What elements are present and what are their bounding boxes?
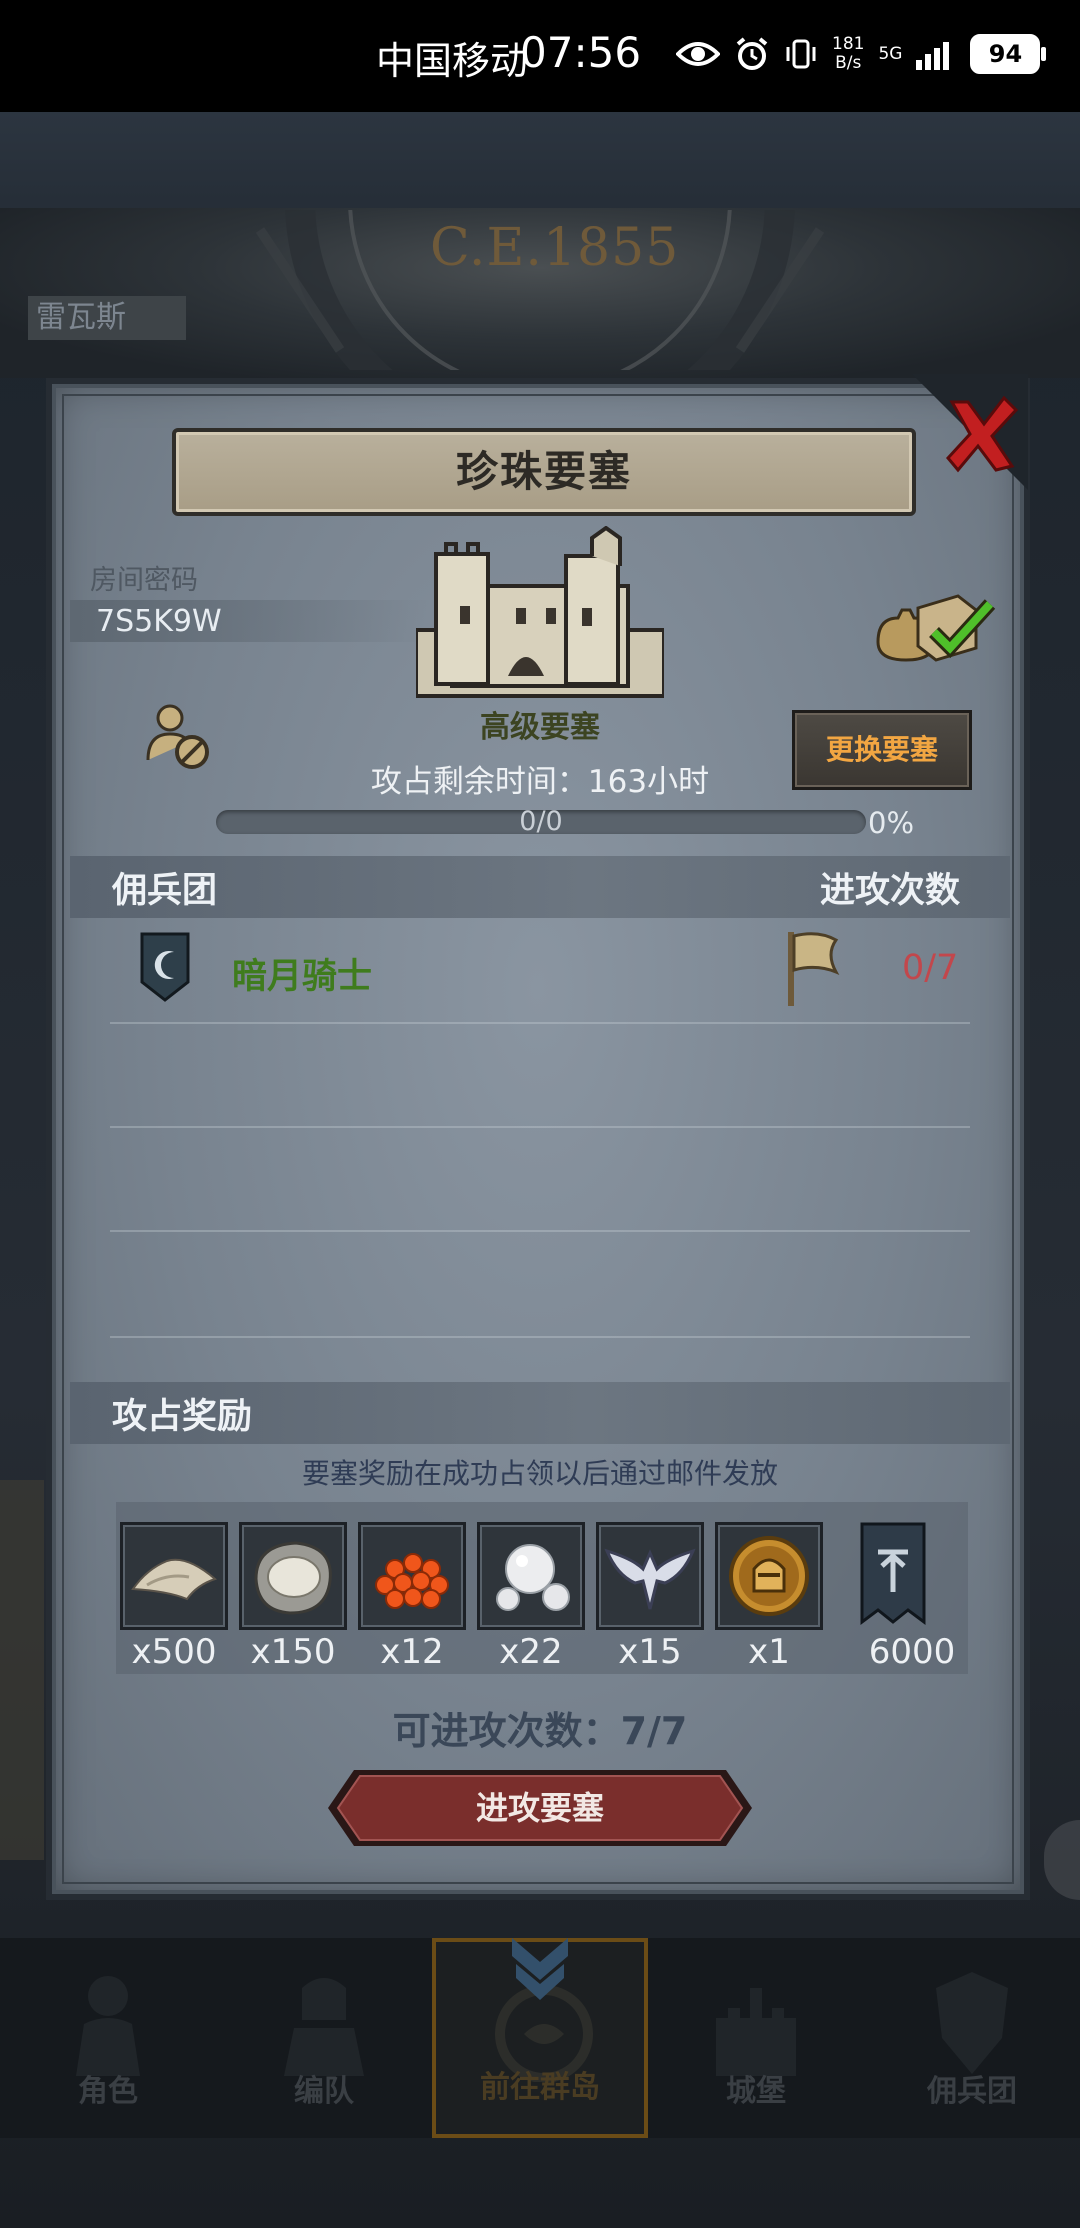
rewards-collected-icon [876,594,996,662]
mercenary-attack-count: 0/7 [902,948,959,988]
capture-time-left: 攻占剩余时间：163小时 [370,764,710,800]
reward-list: x500 x150 x12 x22 x15 x1 6000 [120,1522,955,1672]
calendar-year: C.E.1855 [430,218,680,278]
eye-icon [676,42,720,66]
network-type: 5G [878,43,903,64]
flag-icon [788,932,840,1006]
attacks-available: 可进攻次数：7/7 [392,1709,688,1753]
nav-mercenary[interactable]: 佣兵团 [864,1938,1080,2138]
reward-item[interactable]: x150 [239,1522,347,1672]
status-bar: 中国移动 07:56 181 B/s 5G 94 [0,0,1080,112]
reward-item[interactable]: x500 [120,1522,228,1672]
reward-note: 要塞奖励在成功占领以后通过邮件发放 [301,1457,778,1490]
row-divider [110,1230,970,1232]
no-entry-person-icon [146,704,209,769]
reward-item[interactable]: 6000 [834,1522,955,1672]
fish-roe-icon [375,1553,449,1609]
guild-shield-icon [140,932,190,1002]
knight-helmet-medal-icon [729,1536,809,1616]
battery-indicator: 94 [970,34,1047,74]
room-code-label: 房间密码 [90,565,198,596]
pearl-icon [496,1544,570,1611]
mercenary-section-title: 佣兵团 [112,871,218,911]
formation-icon [284,1978,364,2076]
castle-icon [716,1988,796,2076]
status-icons: 181 B/s 5G 94 [676,30,1047,78]
reward-item[interactable]: x12 [358,1522,466,1672]
reward-item[interactable]: x1 [715,1522,823,1672]
row-divider [110,1022,970,1024]
row-divider [110,1336,970,1338]
reward-item[interactable]: x15 [596,1522,704,1672]
fortress-castle-icon [416,526,664,698]
signal-icon [916,42,950,70]
capture-progress-percent: 0% [868,806,915,840]
clock: 07:56 [520,28,642,77]
sand-pile-icon [131,1558,217,1601]
fortress-level: 高级要塞 [480,710,600,745]
winged-emblem-icon [604,1548,696,1610]
chevron-down-icon [512,1938,568,2000]
alarm-icon [736,37,768,70]
vibrate-icon [786,39,816,69]
reward-item[interactable]: x22 [477,1522,585,1672]
oyster-icon [254,1541,332,1615]
mercenary-name[interactable]: 暗月骑士 [232,948,372,999]
close-button[interactable] [912,374,1028,490]
attack-count-header: 进攻次数 [820,871,961,911]
guild-banner-icon [860,1522,926,1625]
carrier-name: 中国移动 [376,39,529,83]
mercenary-icon [936,1972,1008,2074]
attack-fortress-label[interactable]: 进攻要塞 [326,1768,754,1848]
mercenary-row[interactable] [70,916,1010,1026]
reward-section-title: 攻占奖励 [112,1397,253,1437]
nav-castle[interactable]: 城堡 [648,1938,864,2138]
row-divider [110,1126,970,1128]
change-fortress-button[interactable]: 更换要塞 [792,710,972,790]
net-speed: 181 B/s [832,34,865,73]
room-code[interactable]: 7S5K9W [96,604,222,639]
fortress-title: 珍珠要塞 [455,447,632,496]
region-label[interactable]: 雷瓦斯 [28,296,186,340]
capture-progress-count: 0/0 [519,806,563,837]
nav-character[interactable]: 角色 [0,1938,216,2138]
nav-formation[interactable]: 编队 [216,1938,432,2138]
side-panel-left [0,1480,44,1860]
character-icon [76,1976,140,2076]
